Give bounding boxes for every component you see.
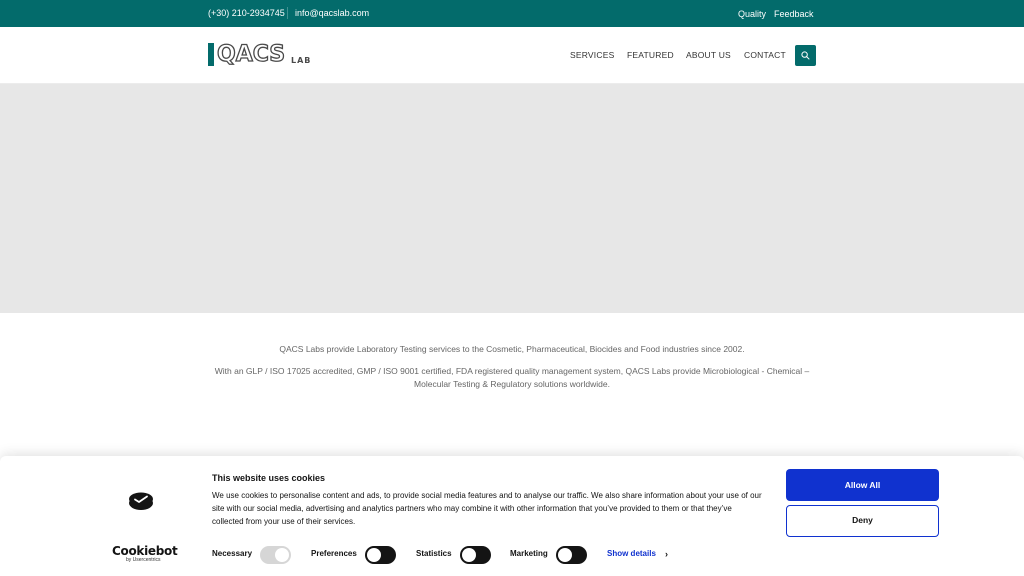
hero-banner bbox=[0, 84, 1024, 313]
nav-about-us[interactable]: ABOUT US bbox=[686, 50, 731, 60]
cookiebot-name: Cookiebot bbox=[112, 544, 178, 558]
toggle-knob bbox=[462, 548, 476, 562]
preferences-label: Preferences bbox=[311, 549, 357, 558]
email-link[interactable]: info@qacslab.com bbox=[295, 8, 369, 18]
deny-button[interactable]: Deny bbox=[786, 505, 939, 537]
cookiebot-icon bbox=[129, 492, 153, 510]
site-header: QACS LAB SERVICES FEATURED ABOUT US CONT… bbox=[0, 27, 1024, 84]
toggle-knob bbox=[367, 548, 381, 562]
cookie-consent-banner: Cookiebot by Usercentrics This website u… bbox=[0, 456, 1024, 576]
show-details-link[interactable]: Show details bbox=[607, 549, 656, 558]
nav-featured[interactable]: FEATURED bbox=[627, 50, 674, 60]
logo-wordmark: QACS bbox=[216, 42, 286, 67]
phone-link[interactable]: (+30) 210-2934745 bbox=[208, 8, 285, 18]
cookiebot-logo[interactable]: Cookiebot by Usercentrics bbox=[112, 544, 178, 563]
intro-text-secondary: With an GLP / ISO 17025 accredited, GMP … bbox=[214, 366, 810, 389]
necessary-label: Necessary bbox=[212, 549, 253, 558]
marketing-toggle[interactable] bbox=[556, 546, 587, 564]
search-button[interactable] bbox=[795, 45, 816, 66]
chevron-right-icon[interactable]: › bbox=[665, 549, 668, 559]
search-icon bbox=[801, 51, 810, 60]
statistics-label: Statistics bbox=[416, 549, 452, 558]
preferences-toggle[interactable] bbox=[365, 546, 396, 564]
quality-link[interactable]: Quality bbox=[738, 9, 766, 19]
cookie-title: This website uses cookies bbox=[212, 473, 326, 483]
statistics-toggle[interactable] bbox=[460, 546, 491, 564]
marketing-label: Marketing bbox=[510, 549, 548, 558]
cookie-description: We use cookies to personalise content an… bbox=[212, 491, 762, 526]
intro-text: QACS Labs provide Laboratory Testing ser… bbox=[279, 344, 745, 354]
top-contact-bar: (+30) 210-2934745 info@qacslab.com Quali… bbox=[0, 0, 1024, 27]
toggle-knob bbox=[558, 548, 572, 562]
logo-sub: LAB bbox=[291, 56, 312, 65]
logo-bar bbox=[208, 43, 214, 66]
toggle-knob bbox=[275, 548, 289, 562]
allow-all-button[interactable]: Allow All bbox=[786, 469, 939, 501]
site-logo[interactable]: QACS LAB bbox=[208, 42, 318, 69]
nav-contact[interactable]: CONTACT bbox=[744, 50, 786, 60]
divider bbox=[287, 7, 288, 19]
nav-services[interactable]: SERVICES bbox=[570, 50, 614, 60]
necessary-toggle bbox=[260, 546, 291, 564]
feedback-link[interactable]: Feedback bbox=[774, 9, 814, 19]
